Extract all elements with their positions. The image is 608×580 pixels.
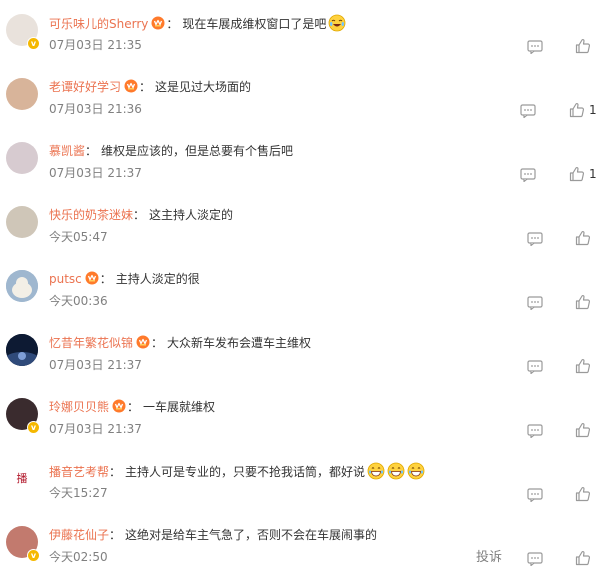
comment-item: 老谭好好学习 ：这是见过大场面的 07月03日 21:36 1 bbox=[0, 68, 608, 132]
thumbs-up-icon[interactable] bbox=[575, 550, 591, 566]
like-count: 1 bbox=[589, 103, 597, 117]
colon-separator: ： bbox=[99, 272, 112, 286]
grin-emoji bbox=[367, 462, 385, 480]
comment-item: 慕凯酱： 维权是应该的，但是总要有个售后吧 07月03日 21:37 1 bbox=[0, 132, 608, 196]
comment-bubble-icon[interactable] bbox=[527, 423, 543, 439]
colon-separator: ： bbox=[151, 336, 164, 350]
username-link[interactable]: 慕凯酱 bbox=[49, 144, 85, 158]
comment-line: 忆昔年繁花似锦 ：大众新车发布会遭车主维权 bbox=[49, 334, 311, 352]
vip-crown-badge-icon bbox=[85, 271, 99, 285]
report-button[interactable]: 投诉 bbox=[476, 550, 502, 566]
comment-text: 这是见过大场面的 bbox=[155, 80, 252, 94]
comment-text: 一车展就维权 bbox=[143, 400, 216, 414]
vip-crown-badge-icon bbox=[112, 399, 126, 413]
comment-item: putsc ：主持人淡定的很 今天00:36 bbox=[0, 260, 608, 324]
comment-line: 慕凯酱： 维权是应该的，但是总要有个售后吧 bbox=[49, 142, 293, 160]
avatar[interactable] bbox=[6, 206, 38, 238]
comment-line: 玲娜贝贝熊 ：一车展就维权 bbox=[49, 398, 215, 416]
comment-bubble-icon[interactable] bbox=[527, 551, 543, 567]
colon-separator: ： bbox=[109, 528, 122, 542]
comment-text: 这绝对是给车主气急了，否则不会在车展闹事的 bbox=[125, 528, 378, 542]
comment-time: 今天15:27 bbox=[49, 486, 108, 500]
comment-line: 老谭好好学习 ：这是见过大场面的 bbox=[49, 78, 251, 96]
colon-separator: ： bbox=[139, 80, 152, 94]
comment-item: v 可乐味儿的Sherry ：现在车展成维权窗口了是吧 07月03日 21:35 bbox=[0, 4, 608, 68]
comment-text: 主持人淡定的很 bbox=[115, 272, 200, 286]
colon-separator: ： bbox=[127, 400, 140, 414]
comment-text: 维权是应该的，但是总要有个售后吧 bbox=[101, 144, 294, 158]
username-link[interactable]: 玲娜贝贝熊 bbox=[49, 400, 109, 414]
like-count: 1 bbox=[589, 167, 597, 181]
vip-crown-badge-icon bbox=[151, 16, 165, 30]
thumbs-up-icon[interactable] bbox=[575, 294, 591, 310]
comment-line: 快乐的奶茶迷妹： 这主持人淡定的 bbox=[49, 206, 233, 224]
username-link[interactable]: 可乐味儿的Sherry bbox=[49, 17, 148, 31]
avatar[interactable] bbox=[6, 78, 38, 110]
comment-line: 播音艺考帮： 主持人可是专业的，只要不抢我话筒，都好说 bbox=[49, 462, 425, 481]
username-link[interactable]: 伊藤花仙子 bbox=[49, 528, 109, 542]
vip-crown-badge-icon bbox=[136, 335, 150, 349]
username-link[interactable]: 老谭好好学习 bbox=[49, 80, 121, 94]
comment-text: 现在车展成维权窗口了是吧 bbox=[182, 17, 327, 31]
thumbs-up-icon[interactable] bbox=[575, 422, 591, 438]
comment-bubble-icon[interactable] bbox=[527, 231, 543, 247]
comment-bubble-icon[interactable] bbox=[520, 103, 536, 119]
comment-line: 伊藤花仙子： 这绝对是给车主气急了，否则不会在车展闹事的 bbox=[49, 526, 377, 544]
comment-time: 今天00:36 bbox=[49, 294, 108, 308]
comment-item: v 伊藤花仙子： 这绝对是给车主气急了，否则不会在车展闹事的今天02:50 投诉 bbox=[0, 516, 608, 580]
grin-emoji bbox=[387, 462, 405, 480]
comment-item: 播 播音艺考帮： 主持人可是专业的，只要不抢我话筒，都好说今天15:27 bbox=[0, 452, 608, 516]
comment-time: 07月03日 21:37 bbox=[49, 422, 142, 436]
thumbs-up-icon[interactable] bbox=[575, 358, 591, 374]
thumbs-up-icon[interactable] bbox=[569, 102, 585, 118]
thumbs-up-icon[interactable] bbox=[575, 38, 591, 54]
comment-bubble-icon[interactable] bbox=[520, 167, 536, 183]
colon-separator: ： bbox=[166, 17, 179, 31]
comment-item: 快乐的奶茶迷妹： 这主持人淡定的今天05:47 bbox=[0, 196, 608, 260]
comment-time: 今天05:47 bbox=[49, 230, 108, 244]
grin-emoji bbox=[407, 462, 425, 480]
comment-bubble-icon[interactable] bbox=[527, 39, 543, 55]
avatar[interactable]: 播 bbox=[6, 462, 38, 494]
username-link[interactable]: 忆昔年繁花似锦 bbox=[49, 336, 133, 350]
comment-text: 大众新车发布会遭车主维权 bbox=[167, 336, 312, 350]
colon-separator: ： bbox=[133, 208, 146, 222]
avatar[interactable] bbox=[6, 270, 38, 302]
colon-separator: ： bbox=[85, 144, 98, 158]
thumbs-up-icon[interactable] bbox=[575, 230, 591, 246]
comment-time: 07月03日 21:37 bbox=[49, 358, 142, 372]
comment-bubble-icon[interactable] bbox=[527, 359, 543, 375]
comment-text: 这主持人淡定的 bbox=[149, 208, 234, 222]
comment-bubble-icon[interactable] bbox=[527, 487, 543, 503]
comment-text: 主持人可是专业的，只要不抢我话筒，都好说 bbox=[125, 465, 366, 479]
comment-time: 07月03日 21:37 bbox=[49, 166, 142, 180]
comment-time: 07月03日 21:35 bbox=[49, 38, 142, 52]
username-link[interactable]: putsc bbox=[49, 272, 82, 286]
comment-time: 今天02:50 bbox=[49, 550, 108, 564]
comment-bubble-icon[interactable] bbox=[527, 295, 543, 311]
verified-badge-icon: v bbox=[27, 549, 40, 562]
verified-badge-icon: v bbox=[27, 421, 40, 434]
verified-badge-icon: v bbox=[27, 37, 40, 50]
colon-separator: ： bbox=[109, 465, 122, 479]
vip-crown-badge-icon bbox=[124, 79, 138, 93]
username-link[interactable]: 快乐的奶茶迷妹 bbox=[49, 208, 133, 222]
avatar[interactable] bbox=[6, 142, 38, 174]
thumbs-up-icon[interactable] bbox=[575, 486, 591, 502]
laugh-cry-emoji bbox=[328, 14, 346, 32]
svg-text:播: 播 bbox=[17, 471, 28, 485]
comment-time: 07月03日 21:36 bbox=[49, 102, 142, 116]
username-link[interactable]: 播音艺考帮 bbox=[49, 465, 109, 479]
avatar[interactable] bbox=[6, 334, 38, 366]
comment-list: v 可乐味儿的Sherry：现在车展成维权窗口了是吧 07月03日 21:35 老谭好… bbox=[0, 0, 608, 576]
comment-item: 忆昔年繁花似锦 ：大众新车发布会遭车主维权 07月03日 21:37 bbox=[0, 324, 608, 388]
comment-line: 可乐味儿的Sherry ：现在车展成维权窗口了是吧 bbox=[49, 14, 346, 33]
thumbs-up-icon[interactable] bbox=[569, 166, 585, 182]
comment-line: putsc ：主持人淡定的很 bbox=[49, 270, 200, 288]
comment-item: v 玲娜贝贝熊 ：一车展就维权 07月03日 21:37 bbox=[0, 388, 608, 452]
